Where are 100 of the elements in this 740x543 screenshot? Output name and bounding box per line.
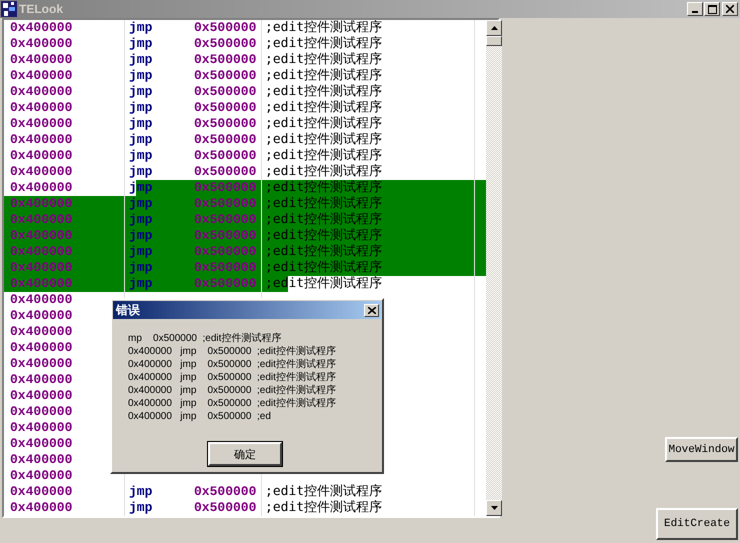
comment-cell: ;edit控件测试程序 <box>265 68 382 83</box>
message-line: 0x400000 jmp 0x500000 ;edit控件测试程序 <box>128 345 337 358</box>
address-cell: 0x400000 <box>10 292 72 307</box>
comment-cell: ;edit控件测试程序 <box>265 500 382 515</box>
operand-cell: 0x500000 <box>194 100 256 116</box>
address-cell: 0x400000 <box>10 36 72 51</box>
operand-cell: 0x500000 <box>194 148 256 164</box>
comment-cell: ;edit控件测试程序 <box>265 228 382 243</box>
address-cell: 0x400000 <box>10 308 72 323</box>
opcode-cell-text: jmp <box>129 84 154 100</box>
operand-cell: 0x500000 <box>194 484 256 500</box>
comment-cell: ;edit控件测试程序 <box>265 20 382 35</box>
address-cell: 0x400000 <box>10 68 72 83</box>
maximize-button[interactable] <box>704 2 720 16</box>
operand-cell: 0x500000 <box>194 260 256 276</box>
push-button[interactable]: EditCreate <box>656 508 738 540</box>
operand-cell: 0x500000 <box>194 132 256 148</box>
address-cell: 0x400000 <box>10 404 72 419</box>
opcode-cell-text: jmp <box>129 36 154 52</box>
opcode-cell-text: jmp <box>129 132 154 148</box>
scroll-up-button[interactable] <box>486 20 502 36</box>
opcode-cell-text: jmp <box>129 228 154 244</box>
opcode-cell-text: jmp <box>129 244 154 260</box>
message-line: 0x400000 jmp 0x500000 ;edit控件测试程序 <box>128 371 337 384</box>
comment-cell: ;edit控件测试程序 <box>265 244 382 259</box>
maximize-icon <box>708 4 716 14</box>
operand-cell: 0x500000 <box>194 164 256 180</box>
dialog-title: 错误 <box>116 302 141 318</box>
opcode-cell-text: jmp <box>129 276 154 292</box>
message-line: mp 0x500000 ;edit控件测试程序 <box>128 332 282 345</box>
close-button[interactable] <box>722 2 738 16</box>
address-cell: 0x400000 <box>10 164 72 179</box>
address-cell: 0x400000 <box>10 132 72 147</box>
down-arrow-icon <box>490 506 498 510</box>
comment-cell: ;edit控件测试程序 <box>265 260 382 275</box>
address-cell: 0x400000 <box>10 260 72 275</box>
scroll-thumb[interactable] <box>486 36 502 46</box>
address-cell: 0x400000 <box>10 420 72 435</box>
address-cell: 0x400000 <box>10 340 72 355</box>
address-cell: 0x400000 <box>10 372 72 387</box>
opcode-cell-text: jmp <box>129 484 154 500</box>
address-cell: 0x400000 <box>10 228 72 243</box>
address-cell: 0x400000 <box>10 180 72 195</box>
message-line: 0x400000 jmp 0x500000 ;edit控件测试程序 <box>128 358 337 371</box>
message-line: 0x400000 jmp 0x500000 ;ed <box>128 410 272 423</box>
address-cell: 0x400000 <box>10 20 72 35</box>
operand-cell: 0x500000 <box>194 116 256 132</box>
address-cell: 0x400000 <box>10 324 72 339</box>
opcode-cell-text: jmp <box>129 164 154 180</box>
opcode-cell-text: jmp <box>129 500 154 516</box>
address-cell: 0x400000 <box>10 436 72 451</box>
operand-cell: 0x500000 <box>194 52 256 68</box>
address-cell: 0x400000 <box>10 484 72 499</box>
comment-cell: ;edit控件测试程序 <box>265 164 382 179</box>
opcode-cell-text: jmp <box>129 100 154 116</box>
comment-cell: ;edit控件测试程序 <box>265 52 382 67</box>
address-cell: 0x400000 <box>10 100 72 115</box>
opcode-cell-text: jmp <box>129 148 154 164</box>
up-arrow-icon <box>490 26 498 30</box>
opcode-cell-text: jmp <box>129 212 154 228</box>
address-cell: 0x400000 <box>10 244 72 259</box>
comment-cell: ;edit控件测试程序 <box>265 116 382 131</box>
comment-cell: ;edit控件测试程序 <box>265 484 382 499</box>
address-cell: 0x400000 <box>10 452 72 467</box>
operand-cell: 0x500000 <box>194 212 256 228</box>
message-line: 0x400000 jmp 0x500000 ;edit控件测试程序 <box>128 384 337 397</box>
operand-cell: 0x500000 <box>194 68 256 84</box>
vertical-scrollbar[interactable] <box>486 20 502 516</box>
comment-cell: ;edit控件测试程序 <box>265 196 382 211</box>
operand-cell: 0x500000 <box>194 20 256 36</box>
operand-cell: 0x500000 <box>194 196 256 212</box>
address-cell: 0x400000 <box>10 500 72 515</box>
scroll-down-button[interactable] <box>486 500 502 516</box>
address-cell: 0x400000 <box>10 84 72 99</box>
opcode-cell-text: jmp <box>129 196 154 212</box>
address-cell: 0x400000 <box>10 196 72 211</box>
close-button[interactable] <box>364 304 379 316</box>
comment-cell: ;edit控件测试程序 <box>265 84 382 99</box>
operand-cell: 0x500000 <box>194 276 256 292</box>
address-cell: 0x400000 <box>10 356 72 371</box>
push-button[interactable]: MoveWindow <box>665 437 738 462</box>
app-icon <box>1 1 17 17</box>
address-cell: 0x400000 <box>10 52 72 67</box>
comment-cell: ;edit控件测试程序 <box>265 180 382 195</box>
ok-button[interactable]: 确定 <box>208 442 282 466</box>
window-title: TELook <box>19 2 64 16</box>
address-cell: 0x400000 <box>10 388 72 403</box>
operand-cell: 0x500000 <box>194 500 256 516</box>
opcode-cell-text: jmp <box>129 68 154 84</box>
address-cell: 0x400000 <box>10 212 72 227</box>
close-icon <box>368 306 376 314</box>
comment-cell: ;edit控件测试程序 <box>265 100 382 115</box>
operand-cell: 0x500000 <box>194 244 256 260</box>
opcode-cell-text: jmp <box>129 52 154 68</box>
operand-cell: 0x500000 <box>194 180 256 196</box>
comment-cell: ;edit控件测试程序 <box>265 148 382 163</box>
operand-cell: 0x500000 <box>194 228 256 244</box>
minimize-button[interactable] <box>687 2 703 16</box>
address-cell: 0x400000 <box>10 116 72 131</box>
opcode-cell-text: jmp <box>129 260 154 276</box>
